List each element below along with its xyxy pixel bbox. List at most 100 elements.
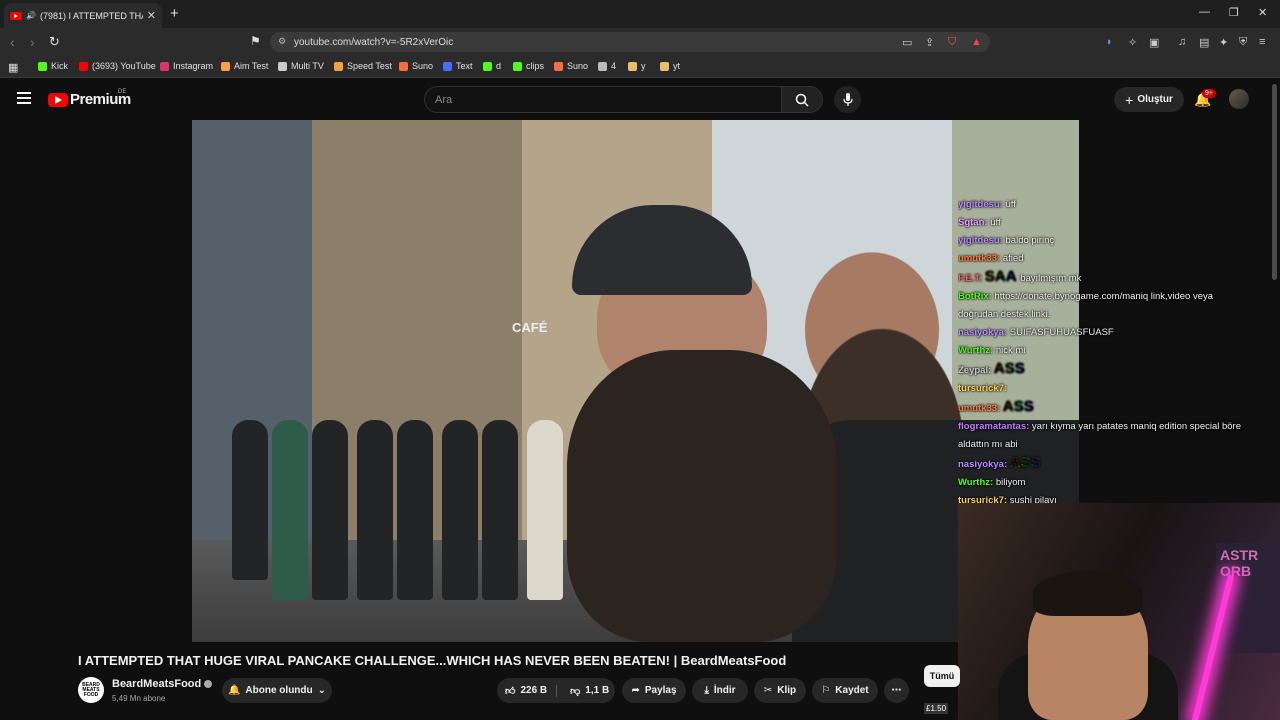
sidebar-icon[interactable]: ▣ xyxy=(1149,36,1159,49)
search-button[interactable] xyxy=(781,86,823,113)
bookmark-item[interactable]: yt xyxy=(660,61,680,71)
apps-grid-icon[interactable]: ▦ xyxy=(8,61,18,74)
bookmark-item[interactable]: Kick xyxy=(38,61,68,71)
extensions-icon[interactable]: ✧ xyxy=(1128,36,1137,49)
video-frame-person xyxy=(527,420,563,600)
bookmark-favicon-icon xyxy=(628,61,637,71)
chat-username: yigitdesu: xyxy=(958,235,1006,246)
ai-icon[interactable]: ✦ xyxy=(1219,36,1228,49)
chat-username: tursurick7: xyxy=(958,383,1008,394)
chat-username: umutk33: xyxy=(958,253,1003,264)
minimize-icon[interactable]: — xyxy=(1199,6,1210,18)
chat-username: Wurthz: xyxy=(958,345,996,356)
share-icon[interactable]: ⇪ xyxy=(925,36,934,49)
scissors-icon: ✂ xyxy=(763,685,773,696)
chat-username: F.E.T: xyxy=(958,273,985,284)
create-button[interactable]: + Oluştur xyxy=(1114,87,1184,112)
bookmark-label: clips xyxy=(526,61,545,71)
bookmark-favicon-icon xyxy=(443,61,452,71)
bookmark-item[interactable]: Instagram xyxy=(160,61,213,71)
hamburger-menu-icon[interactable] xyxy=(17,92,31,104)
tab-title: (7981) I ATTEMPTED THAT HU xyxy=(39,10,143,21)
bookmark-label: y xyxy=(641,61,646,71)
channel-avatar[interactable]: BEARD MEATS FOOD xyxy=(78,677,104,703)
bookmark-item[interactable]: Speed Test xyxy=(334,61,392,71)
new-tab-button[interactable]: + xyxy=(170,5,179,22)
channel-name[interactable]: BeardMeatsFood xyxy=(112,678,213,690)
bookmark-item[interactable]: Suno xyxy=(554,61,588,71)
bookmark-label: Kick xyxy=(51,61,69,71)
rewards-icon[interactable]: ▲ xyxy=(971,36,982,48)
bookmark-favicon-icon xyxy=(334,61,343,71)
video-frame-person xyxy=(442,420,478,600)
bookmark-item[interactable]: Aim Test xyxy=(221,61,268,71)
audio-icon[interactable]: ◗ xyxy=(1106,36,1113,48)
plus-icon: + xyxy=(1125,91,1134,108)
chat-text: yarı kıyma yarı patates maniq edition sp… xyxy=(1031,421,1242,432)
chat-emote: ASS xyxy=(993,360,1025,377)
subscribe-button[interactable]: 🔔 Abone olundu ⌄ xyxy=(222,678,332,703)
filter-chip-all[interactable]: Tümü xyxy=(924,665,960,687)
tab-close-icon[interactable]: ✕ xyxy=(147,9,156,22)
voice-search-button[interactable] xyxy=(834,86,861,113)
chat-username: BotRix: xyxy=(958,291,995,302)
bookmark-label: Speed Test xyxy=(347,61,392,71)
bookmark-item[interactable]: Multi TV xyxy=(278,61,324,71)
bookmark-item[interactable]: Suno xyxy=(399,61,433,71)
video-frame-person xyxy=(232,420,268,580)
bookmark-item[interactable]: clips xyxy=(513,61,544,71)
cafe-sign: CAFÉ xyxy=(512,320,548,335)
youtube-logo-icon[interactable] xyxy=(48,93,68,107)
cast-icon[interactable]: ▭ xyxy=(902,36,912,49)
bookmark-favicon-icon xyxy=(38,61,47,71)
vpn-icon[interactable]: ⛨ xyxy=(1239,36,1247,49)
clip-button[interactable]: ✂ Klip xyxy=(754,678,806,703)
back-icon[interactable]: ‹ xyxy=(10,34,15,50)
more-actions-button[interactable]: ⋯ xyxy=(884,678,909,703)
dislike-button[interactable]: 👎︎ 1,1 B xyxy=(562,685,609,697)
share-button[interactable]: ➦ Paylaş xyxy=(622,678,686,703)
bookmark-item[interactable]: y xyxy=(628,61,646,71)
chat-text: üff xyxy=(1005,199,1016,210)
site-info-icon[interactable]: ⚙ xyxy=(278,36,286,47)
download-button[interactable]: ⤓ İndir xyxy=(692,678,748,703)
menu-icon[interactable]: ≡ xyxy=(1259,36,1265,48)
webcam-overlay: ASTR ORB xyxy=(958,503,1280,720)
bookmark-icon[interactable]: ⚑ xyxy=(250,34,261,48)
like-button[interactable]: 👍︎ 226 B xyxy=(505,684,558,697)
user-avatar[interactable] xyxy=(1229,89,1249,109)
chat-message: Wurthz: nick mi xyxy=(958,342,1280,360)
brave-shield-icon[interactable]: ⛉ xyxy=(948,36,956,49)
download-label: İndir xyxy=(713,685,736,696)
bookmark-item[interactable]: d xyxy=(483,61,501,71)
music-icon[interactable]: ♫ xyxy=(1178,36,1186,48)
chat-username: flogramatantas: xyxy=(958,421,1032,432)
wallet-icon[interactable]: ▤ xyxy=(1199,36,1209,49)
save-button[interactable]: ⚐ Kaydet xyxy=(812,678,878,703)
chevron-down-icon: ⌄ xyxy=(317,685,327,696)
bookmark-item[interactable]: 4 xyxy=(598,61,616,71)
dislike-count: 1,1 B xyxy=(585,685,610,696)
youtube-header: Premium DE Ara + Oluştur 🔔 9+ xyxy=(0,79,1270,119)
maximize-icon[interactable]: ❐ xyxy=(1229,6,1239,19)
bookmark-item[interactable]: (3693) YouTube xyxy=(79,61,156,71)
url-input[interactable]: ⚙ youtube.com/watch?v=-5R2xVerOic xyxy=(270,32,990,52)
chat-message: Sgtan: üff xyxy=(958,214,1280,232)
search-input[interactable]: Ara xyxy=(424,86,782,113)
more-icon: ⋯ xyxy=(891,685,902,696)
chat-emote: ASS xyxy=(1002,398,1034,415)
forward-icon[interactable]: › xyxy=(30,34,35,50)
chat-text: baldo pirinç xyxy=(1005,235,1055,246)
close-window-icon[interactable]: ✕ xyxy=(1258,6,1267,19)
download-icon: ⤓ xyxy=(704,685,709,696)
chat-message: nasiyokya: ASS xyxy=(958,454,1280,474)
video-frame-person xyxy=(272,420,308,600)
chat-text: https://donate.bynogame.com/maniq link,v… xyxy=(994,291,1214,302)
bookmark-favicon-icon xyxy=(554,61,563,71)
share-arrow-icon: ➦ xyxy=(631,685,640,696)
browser-tab-active[interactable]: 🔊 (7981) I ATTEMPTED THAT HU ✕ xyxy=(4,3,162,28)
bookmark-favicon-icon xyxy=(483,61,492,71)
bookmark-item[interactable]: Text xyxy=(443,61,473,71)
reload-icon[interactable]: ↻ xyxy=(49,34,60,50)
video-player[interactable]: CAFÉ xyxy=(192,120,1079,642)
